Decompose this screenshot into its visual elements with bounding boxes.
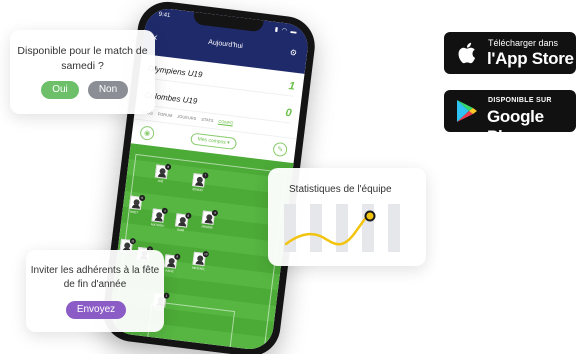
status-icons: ▮ ◠ ▬ [274,26,298,36]
match-availability-card: Disponible pour le match de samedi ? Oui… [10,30,155,114]
player-card[interactable]: 7 ZENDO [191,172,209,192]
google-play-line2: Google Play [487,107,544,146]
app-store-badge[interactable]: Télécharger dans l'App Store [444,32,576,74]
tab-joueurs[interactable]: JOUEURS [177,114,197,122]
player-photo: 6 [174,212,192,228]
apple-icon [458,42,476,64]
send-button[interactable]: Envoyez [66,301,126,319]
promo-stage: 9:41 ▮ ◠ ▬ ‹ Aujourd'hui ⚙ Olympiens U19… [0,0,578,354]
eye-icon[interactable]: ◉ [139,125,155,141]
yes-button[interactable]: Oui [41,81,79,99]
stats-curve-point [364,210,376,222]
app-store-line2: l'App Store [487,49,574,68]
settings-icon[interactable]: ⚙ [289,48,297,58]
player-photo: 7 [192,172,209,188]
stats-bar [388,204,400,252]
google-play-badge[interactable]: DISPONIBLE SUR Google Play [444,90,576,146]
player-card[interactable]: 4 MATHIEU [151,207,169,228]
google-play-line1: DISPONIBLE SUR [488,97,552,104]
player-card[interactable]: 10 MICKAEL [192,250,210,271]
player-photo: 8 [154,163,172,179]
tab-stats[interactable]: STATS [201,117,214,124]
player-photo: 5 [128,194,146,210]
player-card[interactable]: 8 JOË [154,163,172,183]
stats-title: Statistiques de l'équipe [289,184,392,195]
team-stats-card: Statistiques de l'équipe [268,168,426,266]
tab-compo[interactable]: COMPO [218,118,234,127]
player-card[interactable]: 5 BRET [128,194,146,215]
availability-question: Disponible pour le match de samedi ? [17,45,148,72]
tab-forum[interactable]: FORUM [157,111,172,119]
player-card[interactable]: 3 PIERRE [201,209,219,230]
compo-select[interactable]: Mes compos ▾ [189,132,238,151]
invite-text: Inviter les adhérents à la fête de fin d… [30,265,160,290]
edit-icon[interactable]: ✎ [272,141,288,158]
header-title: Aujourd'hui [207,38,244,51]
no-button[interactable]: Non [88,81,128,99]
stats-curve-chart [284,204,400,252]
stats-bar [310,204,322,252]
player-photo: 4 [151,207,169,223]
player-photo: 9 [163,253,181,269]
home-team-name: Olympiens U19 [147,63,203,80]
status-time: 9:41 [158,11,171,20]
away-team-score: 0 [284,106,293,120]
player-photo: 10 [192,250,210,267]
player-card[interactable]: 6 SAMI [174,212,192,232]
google-play-icon [457,100,477,122]
app-store-line1: Télécharger dans [488,38,559,48]
stats-curve [284,214,372,246]
invite-card: Inviter les adhérents à la fête de fin d… [26,250,164,332]
player-photo: 3 [201,209,219,225]
player-card[interactable]: 9 KADE [163,253,181,273]
home-team-score: 1 [288,79,296,93]
